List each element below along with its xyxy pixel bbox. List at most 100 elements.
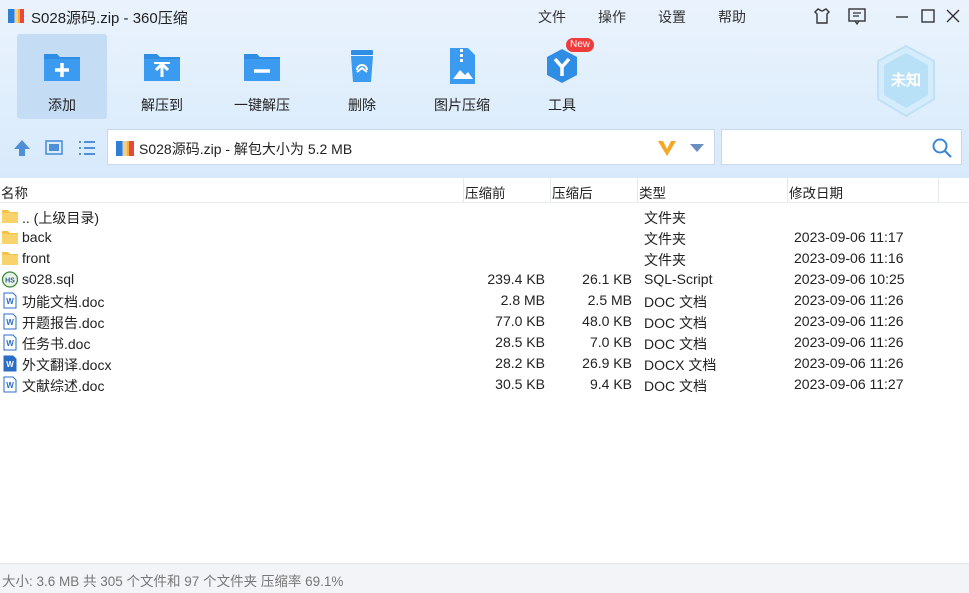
status-text: 大小: 3.6 MB 共 305 个文件和 97 个文件夹 压缩率 69.1% (2, 574, 344, 589)
file-name: 外文翻译.docx (22, 357, 112, 373)
word-doc-icon: W (3, 292, 17, 309)
file-name: 开题报告.doc (22, 315, 105, 331)
delete-button[interactable]: 删除 (317, 34, 407, 119)
one-click-extract-button[interactable]: 一键解压 (217, 34, 307, 119)
add-folder-icon (44, 54, 80, 81)
modified-date: 2023-09-06 11:26 (794, 355, 904, 371)
compressed-size: 26.9 KB (582, 355, 632, 371)
table-row[interactable]: HS s028.sql 239.4 KB 26.1 KB SQL-Script … (0, 269, 969, 290)
history-dropdown-arrow[interactable] (690, 144, 704, 152)
one-click-extract-label: 一键解压 (234, 97, 290, 113)
table-row[interactable]: W 外文翻译.docx 28.2 KB 26.9 KB DOCX 文档 2023… (0, 353, 969, 374)
file-type: 文件夹 (644, 210, 686, 226)
column-divider (787, 178, 788, 202)
column-type[interactable]: 类型 (639, 182, 666, 202)
modified-date: 2023-09-06 11:26 (794, 313, 904, 329)
table-row[interactable]: W 文献综述.doc 30.5 KB 9.4 KB DOC 文档 2023-09… (0, 374, 969, 395)
menu-help[interactable]: 帮助 (718, 7, 746, 27)
security-status-text: 未知 (890, 71, 921, 89)
svg-text:W: W (6, 318, 14, 327)
packed-size: 77.0 KB (495, 313, 545, 329)
compressed-size: 7.0 KB (589, 334, 632, 350)
table-row[interactable]: W 功能文档.doc 2.8 MB 2.5 MB DOC 文档 2023-09-… (0, 290, 969, 311)
column-divider (463, 178, 464, 202)
tools-icon (547, 49, 577, 83)
table-row[interactable]: front 文件夹 2023-09-06 11:16 (0, 248, 969, 269)
packed-size: 239.4 KB (487, 271, 545, 287)
column-divider (938, 178, 939, 202)
word-docx-icon: W (3, 355, 17, 372)
extract-folder-icon (144, 54, 180, 81)
security-status-badge[interactable]: 未知 (874, 44, 938, 118)
svg-text:W: W (6, 339, 14, 348)
column-name[interactable]: 名称 (1, 182, 28, 202)
trash-icon (351, 50, 373, 82)
skin-icon[interactable] (812, 6, 832, 26)
packed-size: 28.5 KB (495, 334, 545, 350)
file-type: 文件夹 (644, 231, 686, 247)
up-level-icon[interactable] (11, 137, 33, 159)
modified-date: 2023-09-06 11:17 (794, 229, 904, 245)
folder-icon (2, 210, 18, 223)
status-bar: 大小: 3.6 MB 共 305 个文件和 97 个文件夹 压缩率 69.1% (0, 563, 969, 593)
add-button[interactable]: 添加 (17, 34, 107, 119)
packed-size: 30.5 KB (495, 376, 545, 392)
close-icon[interactable] (943, 6, 963, 26)
minimize-icon[interactable] (892, 6, 912, 26)
add-label: 添加 (48, 97, 76, 113)
zip-app-icon (8, 8, 24, 24)
menu-file[interactable]: 文件 (538, 7, 566, 27)
compressed-size: 26.1 KB (582, 271, 632, 287)
title-bar: S028源码.zip - 360压缩 文件 操作 设置 帮助 (0, 0, 969, 32)
menu-operate[interactable]: 操作 (598, 7, 626, 27)
folder-icon (2, 231, 18, 244)
modified-date: 2023-09-06 11:27 (794, 376, 904, 392)
file-type: DOC 文档 (644, 294, 707, 310)
column-compressed[interactable]: 压缩后 (552, 182, 593, 202)
extract-to-button[interactable]: 解压到 (117, 34, 207, 119)
svg-text:W: W (6, 381, 14, 390)
svg-text:W: W (6, 360, 14, 369)
file-name: 文献综述.doc (22, 378, 105, 394)
feedback-icon[interactable] (847, 6, 867, 26)
table-row[interactable]: W 任务书.doc 28.5 KB 7.0 KB DOC 文档 2023-09-… (0, 332, 969, 353)
image-compress-button[interactable]: 图片压缩 (417, 34, 507, 119)
top-panel: S028源码.zip - 360压缩 文件 操作 设置 帮助 添加 解压到 一键… (0, 0, 969, 178)
delete-label: 删除 (348, 97, 376, 113)
zip-file-icon (116, 140, 134, 157)
search-icon[interactable] (931, 137, 953, 159)
menu-settings[interactable]: 设置 (658, 7, 686, 27)
thumbnail-view-icon[interactable] (43, 137, 65, 159)
maximize-icon[interactable] (918, 6, 938, 26)
one-click-extract-icon (244, 54, 280, 81)
folder-icon (2, 252, 18, 265)
table-row[interactable]: back 文件夹 2023-09-06 11:17 (0, 227, 969, 248)
image-compress-icon (450, 48, 475, 84)
packed-size: 28.2 KB (495, 355, 545, 371)
table-row[interactable]: W 开题报告.doc 77.0 KB 48.0 KB DOC 文档 2023-0… (0, 311, 969, 332)
extract-to-label: 解压到 (141, 97, 183, 113)
modified-date: 2023-09-06 11:26 (794, 334, 904, 350)
window-title: S028源码.zip - 360压缩 (31, 10, 188, 27)
file-type: DOC 文档 (644, 315, 707, 331)
file-name: back (22, 229, 52, 245)
file-type: SQL-Script (644, 271, 713, 287)
sql-file-icon: HS (1, 271, 19, 288)
column-divider (550, 178, 551, 202)
list-view-icon[interactable] (76, 137, 98, 159)
column-packed[interactable]: 压缩前 (465, 182, 506, 202)
column-modified[interactable]: 修改日期 (789, 182, 843, 202)
address-bar[interactable]: S028源码.zip - 解包大小为 5.2 MB (107, 129, 715, 165)
table-row[interactable]: .. (上级目录) 文件夹 (0, 206, 969, 227)
file-list-header: 名称 压缩前 压缩后 类型 修改日期 (0, 178, 969, 203)
compressed-size: 2.5 MB (587, 292, 632, 308)
svg-text:HS: HS (5, 278, 15, 285)
column-divider (637, 178, 638, 202)
search-box[interactable] (721, 129, 962, 165)
file-name: .. (上级目录) (22, 210, 99, 226)
new-badge: New (566, 38, 595, 52)
modified-date: 2023-09-06 11:16 (794, 250, 904, 266)
file-type: DOC 文档 (644, 378, 707, 394)
security-check-icon[interactable] (656, 137, 678, 159)
file-type: DOCX 文档 (644, 357, 717, 373)
